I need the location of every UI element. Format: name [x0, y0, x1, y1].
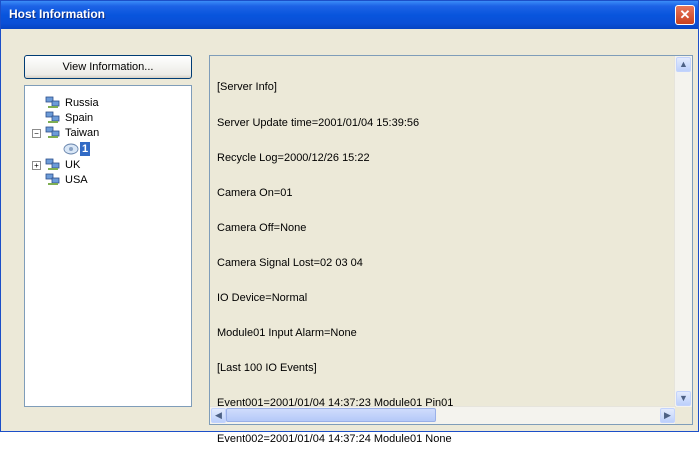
host-information-window: Host Information ✕ View Information... R…	[0, 0, 699, 444]
scroll-left-button[interactable]: ◀	[211, 408, 226, 423]
host-tree[interactable]: Russia Spain − Taiwan 1 + UK USA	[24, 85, 192, 407]
tree-item-usa[interactable]: USA	[45, 173, 165, 187]
tree-item-label: 1	[80, 142, 91, 156]
log-line: [Server Info]	[217, 81, 277, 94]
tree-item-russia[interactable]: Russia	[45, 96, 165, 110]
tree-item-camera-1[interactable]: 1	[63, 142, 103, 156]
view-information-button[interactable]: View Information...	[24, 55, 192, 79]
horizontal-scroll-thumb[interactable]	[226, 408, 436, 422]
log-line: Camera On=01	[217, 186, 293, 199]
tree-item-label: USA	[65, 174, 88, 186]
host-info-log[interactable]: [Server Info] Server Update time=2001/01…	[209, 55, 693, 444]
log-line: [Last 100 IO Events]	[217, 362, 317, 375]
horizontal-scrollbar[interactable]: ◀ ▶	[210, 406, 676, 424]
close-icon: ✕	[679, 7, 691, 22]
window-title: Host Information	[9, 7, 105, 21]
computer-group-icon	[45, 173, 60, 185]
title-bar[interactable]: Host Information ✕	[1, 1, 698, 29]
scroll-left-icon: ◀	[215, 410, 222, 420]
log-line: Recycle Log=2000/12/26 15:22	[217, 151, 370, 164]
log-line: Camera Off=None	[217, 221, 307, 234]
tree-item-spain[interactable]: Spain	[45, 111, 165, 125]
log-line: Camera Signal Lost=02 03 04	[217, 256, 363, 269]
log-line: IO Device=Normal	[217, 292, 308, 305]
scroll-right-icon: ▶	[664, 410, 671, 420]
scroll-corner	[675, 407, 692, 424]
computer-group-icon	[45, 158, 60, 170]
computer-group-icon	[45, 126, 60, 138]
tree-item-uk[interactable]: + UK	[32, 158, 165, 172]
log-line: Event002=2001/01/04 14:37:24 Module01 No…	[217, 432, 452, 445]
log-line: Server Update time=2001/01/04 15:39:56	[217, 116, 420, 129]
tree-item-label: Russia	[65, 97, 99, 109]
scroll-up-icon: ▲	[679, 59, 688, 69]
scroll-right-button[interactable]: ▶	[660, 408, 675, 423]
tree-item-label: Taiwan	[65, 127, 100, 139]
scroll-up-button[interactable]: ▲	[676, 57, 691, 72]
scroll-down-icon: ▼	[679, 393, 688, 403]
computer-group-icon	[45, 96, 60, 108]
expand-icon[interactable]: +	[32, 161, 41, 170]
camera-icon	[63, 143, 79, 155]
computer-group-icon	[45, 111, 60, 123]
tree-item-taiwan[interactable]: − Taiwan	[32, 126, 165, 140]
vertical-scrollbar[interactable]: ▲ ▼	[674, 56, 692, 407]
tree-item-label: Spain	[65, 112, 94, 124]
log-line: Module01 Input Alarm=None	[217, 327, 357, 340]
collapse-icon[interactable]: −	[32, 129, 41, 138]
scroll-down-button[interactable]: ▼	[676, 391, 691, 406]
close-button[interactable]: ✕	[675, 5, 695, 25]
tree-item-label: UK	[65, 159, 81, 171]
